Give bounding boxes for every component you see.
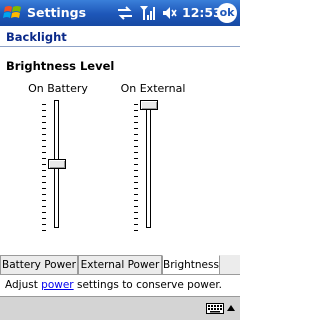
tab-battery-power[interactable]: Battery Power	[0, 255, 78, 275]
battery-slider-tick	[42, 146, 46, 147]
battery-slider-tick	[42, 110, 46, 111]
keyboard-icon[interactable]	[206, 301, 224, 315]
up-arrow-icon[interactable]	[226, 304, 236, 312]
battery-slider-tick	[42, 128, 46, 129]
battery-slider-tick	[42, 188, 46, 189]
battery-slider-tick	[42, 116, 46, 117]
battery-slider-tick	[42, 134, 46, 135]
external-slider-tick	[134, 128, 138, 129]
external-slider-tick	[134, 182, 138, 183]
command-bar	[0, 296, 240, 320]
tab-bar: Battery Power External Power Brightness	[0, 255, 240, 275]
battery-slider-tick	[42, 140, 46, 141]
external-slider-tick	[134, 206, 138, 207]
tab-brightness[interactable]: Brightness	[162, 255, 220, 275]
signal-icon[interactable]	[138, 4, 156, 22]
ok-button[interactable]: ok	[217, 3, 237, 23]
external-slider-tick	[134, 116, 138, 117]
external-slider-tick	[134, 146, 138, 147]
title-bar: Settings 12:53 ok	[0, 0, 240, 26]
battery-slider-tick	[42, 158, 46, 159]
volume-icon[interactable]	[160, 4, 178, 22]
external-slider-tick	[134, 176, 138, 177]
external-slider-label: On External	[120, 82, 186, 95]
battery-slider-tick	[42, 152, 46, 153]
battery-slider-tick	[42, 170, 46, 171]
battery-slider-tick	[42, 230, 46, 231]
battery-slider-tick	[42, 224, 46, 225]
external-slider-tick	[134, 224, 138, 225]
battery-slider-tick	[42, 176, 46, 177]
external-slider-tick	[134, 122, 138, 123]
battery-slider-tick	[42, 194, 46, 195]
clock[interactable]: 12:53	[182, 5, 222, 20]
header-divider	[0, 46, 240, 47]
battery-slider-tick	[42, 182, 46, 183]
battery-slider-tick	[42, 206, 46, 207]
external-slider-tick	[134, 170, 138, 171]
external-slider-tick	[134, 110, 138, 111]
battery-slider-tick	[42, 104, 46, 105]
external-slider-tick	[134, 230, 138, 231]
app-title: Settings	[27, 5, 87, 20]
external-slider-tick	[134, 158, 138, 159]
external-slider-tick	[134, 212, 138, 213]
sync-icon[interactable]	[116, 4, 134, 22]
windows-logo-icon[interactable]	[3, 3, 23, 23]
battery-slider-thumb[interactable]	[48, 159, 66, 169]
external-slider-tick	[134, 164, 138, 165]
battery-slider-tick	[42, 218, 46, 219]
external-slider-tick	[134, 188, 138, 189]
hint-suffix: settings to conserve power.	[73, 279, 223, 291]
external-slider-tick	[134, 194, 138, 195]
page-title: Backlight	[6, 30, 67, 44]
external-slider-tick	[134, 218, 138, 219]
external-slider-thumb[interactable]	[140, 100, 158, 110]
external-slider-tick	[134, 134, 138, 135]
battery-slider-tick	[42, 164, 46, 165]
battery-slider-label: On Battery	[28, 82, 88, 95]
tab-bar-filler	[220, 255, 240, 275]
tab-external-power[interactable]: External Power	[78, 255, 162, 275]
external-slider-tick	[134, 104, 138, 105]
external-slider-tick	[134, 152, 138, 153]
power-link[interactable]: power	[41, 279, 73, 291]
external-slider-track[interactable]	[146, 100, 151, 228]
battery-slider-tick	[42, 200, 46, 201]
external-slider-tick	[134, 200, 138, 201]
hint-text: Adjust power settings to conserve power.	[5, 279, 222, 291]
hint-prefix: Adjust	[5, 279, 42, 291]
external-slider-tick	[134, 140, 138, 141]
battery-slider-tick	[42, 212, 46, 213]
section-title: Brightness Level	[6, 59, 115, 73]
page-header: Backlight	[0, 26, 240, 48]
battery-slider-tick	[42, 122, 46, 123]
